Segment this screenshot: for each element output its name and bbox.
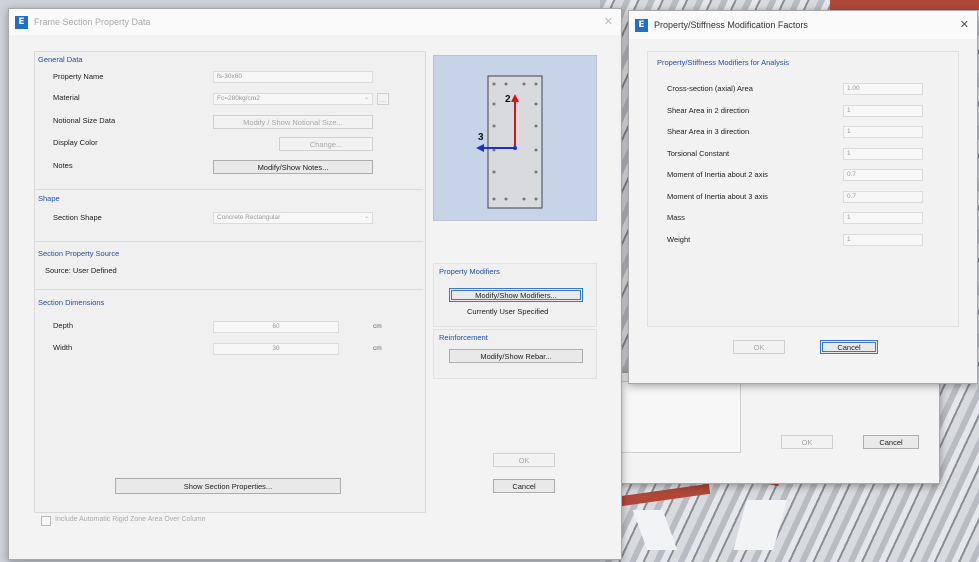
- axis-2-label: 2: [505, 94, 511, 105]
- modifiers-status-text: Currently User Specified: [467, 307, 549, 316]
- modifier-label: Cross-section (axial) Area: [667, 84, 753, 93]
- back-dialog: OK Cancel: [620, 372, 940, 484]
- modifier-label: Shear Area in 2 direction: [667, 105, 750, 115]
- frame-section-dialog: E Frame Section Property Data ✕ General …: [8, 8, 622, 560]
- width-input[interactable]: 30: [213, 343, 339, 355]
- section-shape-label: Section Shape: [53, 213, 102, 222]
- width-unit: cm: [373, 345, 382, 352]
- modification-factors-dialog: E Property/Stiffness Modification Factor…: [628, 10, 978, 384]
- divider: [35, 241, 423, 242]
- depth-label: Depth: [53, 321, 74, 330]
- back-dialog-group: [621, 381, 741, 453]
- width-label: Width: [53, 343, 73, 352]
- modifiers-cancel-button[interactable]: Cancel: [820, 340, 878, 354]
- modify-show-modifiers-button[interactable]: Modify/Show Modifiers...: [449, 288, 583, 302]
- modifier-value-input[interactable]: 1.00: [843, 83, 923, 95]
- modifier-label: Weight: [667, 234, 691, 244]
- frame-section-title: Frame Section Property Data: [34, 17, 151, 27]
- etabs-logo-icon: E: [635, 18, 648, 32]
- modifier-label: Torsional Constant: [667, 148, 730, 158]
- back-ok-button[interactable]: OK: [781, 435, 833, 449]
- modifier-value-input[interactable]: 1: [843, 104, 923, 117]
- divider: [35, 289, 423, 290]
- notes-button[interactable]: Modify/Show Notes...: [213, 160, 373, 174]
- display-color-label: Display Color: [53, 138, 98, 147]
- back-cancel-button[interactable]: Cancel: [863, 435, 919, 449]
- modifiers-heading: Property/Stiffness Modifiers for Analysi…: [657, 58, 789, 67]
- property-modifiers-heading: Property Modifiers: [439, 267, 500, 276]
- source-text: Source: User Defined: [45, 266, 117, 275]
- depth-input[interactable]: 60: [213, 321, 339, 333]
- notes-label: Notes: [53, 161, 73, 170]
- frame-section-titlebar: E Frame Section Property Data ✕: [9, 9, 621, 35]
- show-section-properties-button[interactable]: Show Section Properties...: [115, 478, 341, 494]
- modifier-label: Moment of Inertia about 2 axis: [667, 170, 768, 179]
- property-name-label: Property Name: [53, 72, 104, 81]
- rigid-zone-checkbox-label: Include Automatic Rigid Zone Area Over C…: [55, 516, 206, 523]
- reinforcement-heading: Reinforcement: [439, 333, 488, 342]
- modifier-value-input[interactable]: 0.7: [843, 190, 923, 203]
- divider: [35, 189, 423, 190]
- close-icon[interactable]: ✕: [960, 18, 969, 31]
- modifier-label: Mass: [667, 213, 685, 222]
- modifier-value-input[interactable]: 0.7: [843, 169, 923, 181]
- etabs-logo-icon: E: [15, 15, 28, 29]
- rigid-zone-checkbox[interactable]: [41, 516, 51, 526]
- section-shape-value: Concrete Rectangular: [217, 214, 281, 221]
- material-label: Material: [53, 93, 80, 102]
- modification-factors-titlebar: E Property/Stiffness Modification Factor…: [629, 11, 977, 39]
- section-shape-select[interactable]: Concrete Rectangular ⌄: [213, 212, 373, 224]
- modifier-label: Moment of Inertia about 3 axis: [667, 191, 768, 201]
- ok-button[interactable]: OK: [493, 453, 555, 467]
- modifier-label: Shear Area in 3 direction: [667, 127, 750, 136]
- modifier-value-input[interactable]: 1: [843, 233, 923, 246]
- close-icon[interactable]: ✕: [604, 15, 613, 28]
- material-select-value: Fc=280kg/cm2: [217, 95, 260, 102]
- section-dimensions-heading: Section Dimensions: [38, 298, 105, 307]
- modifier-value-input[interactable]: 1: [843, 147, 923, 160]
- chevron-down-icon: ⌄: [363, 95, 369, 101]
- modify-show-rebar-button[interactable]: Modify/Show Rebar...: [449, 349, 583, 363]
- modifier-value-input[interactable]: 1: [843, 212, 923, 224]
- modifier-value-input[interactable]: 1: [843, 126, 923, 138]
- cancel-button[interactable]: Cancel: [493, 479, 555, 493]
- section-property-source-heading: Section Property Source: [38, 249, 120, 258]
- modification-factors-title: Property/Stiffness Modification Factors: [654, 20, 808, 30]
- section-preview: 2 3: [433, 55, 597, 221]
- axis-3-label: 3: [478, 132, 484, 143]
- shape-heading: Shape: [38, 194, 60, 203]
- chevron-down-icon: ⌄: [363, 214, 369, 220]
- property-name-input[interactable]: fs-30x60: [213, 71, 373, 83]
- display-color-button[interactable]: Change...: [279, 137, 373, 151]
- section-preview-drawing: [476, 75, 543, 209]
- depth-unit: cm: [373, 323, 382, 330]
- notional-size-label: Notional Size Data: [53, 116, 116, 125]
- material-select[interactable]: Fc=280kg/cm2 ⌄: [213, 93, 373, 105]
- general-data-heading: General Data: [38, 55, 83, 64]
- modifiers-ok-button[interactable]: OK: [733, 340, 785, 354]
- material-more-button[interactable]: …: [377, 93, 389, 105]
- notional-size-button[interactable]: Modify / Show Notional Size...: [213, 115, 373, 129]
